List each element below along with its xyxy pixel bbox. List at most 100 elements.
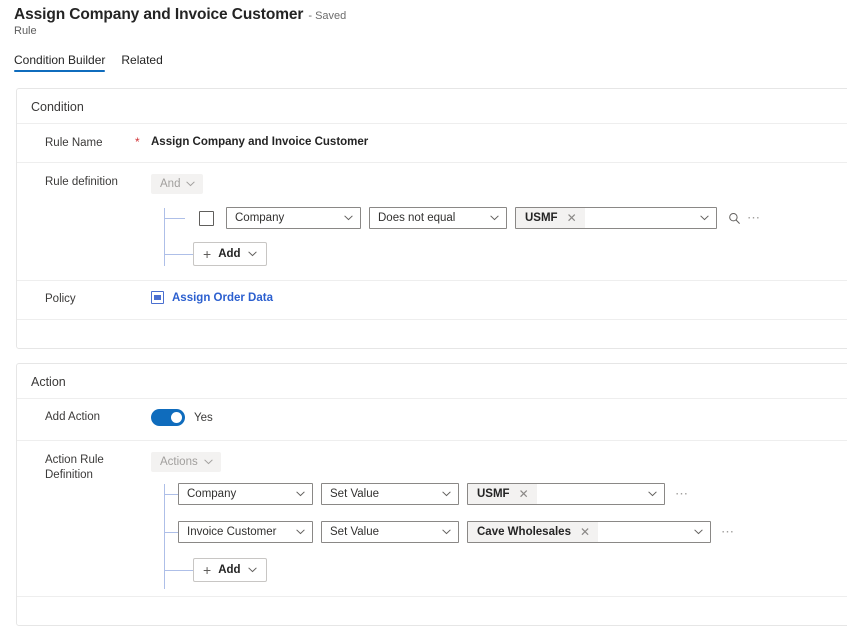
value-token-label: USMF xyxy=(525,212,558,224)
tree-elbow xyxy=(164,254,193,255)
chevron-down-icon xyxy=(442,529,451,535)
value-token-label: USMF xyxy=(477,488,510,500)
condition-field-value: Company xyxy=(235,212,285,224)
add-condition-button[interactable]: + Add xyxy=(193,242,267,266)
add-action-toggle-label: Yes xyxy=(194,411,213,424)
condition-tree: Company Does not equal USMF ✕ ⋯ + Add xyxy=(151,206,847,266)
condition-card-footer xyxy=(17,319,847,348)
plus-icon: + xyxy=(203,246,212,262)
tab-strip: Condition Builder Related xyxy=(0,53,847,72)
add-action-button[interactable]: + Add xyxy=(193,558,267,582)
condition-field-select[interactable]: Company xyxy=(226,207,361,229)
action-rule-definition-label: Action Rule Definition xyxy=(45,454,104,481)
action-card: Action Add Action Yes Action Rule Defini… xyxy=(16,363,847,626)
action-field-value: Invoice Customer xyxy=(187,526,277,538)
required-asterisk: * xyxy=(135,135,140,149)
action-tree: Company Set Value USMF ✕ ⋯ Invoice Custo… xyxy=(151,482,847,589)
add-action-toggle[interactable]: Yes xyxy=(151,409,213,426)
action-group-operator-label: Actions xyxy=(160,456,198,468)
page-subtitle: Rule xyxy=(14,25,37,37)
rule-definition-row: Rule definition And Company Does not equ… xyxy=(17,162,847,280)
policy-link[interactable]: Assign Order Data xyxy=(151,291,273,304)
tree-elbow xyxy=(164,218,185,219)
rule-name-label: Rule Name xyxy=(45,137,103,149)
value-token-label: Cave Wholesales xyxy=(477,526,571,538)
action-field-value: Company xyxy=(187,488,237,500)
add-condition-label: Add xyxy=(218,248,241,260)
value-token: Cave Wholesales ✕ xyxy=(468,522,599,542)
action-field-select[interactable]: Company xyxy=(178,483,313,505)
rule-name-input[interactable]: Assign Company and Invoice Customer xyxy=(151,135,847,150)
rule-definition-builder: And Company Does not equal USMF ✕ ⋯ + Ad… xyxy=(151,174,847,266)
action-row-more-icon[interactable]: ⋯ xyxy=(672,487,692,500)
condition-operator-select[interactable]: Does not equal xyxy=(369,207,507,229)
page-header: Assign Company and Invoice Customer - Sa… xyxy=(0,0,847,37)
add-action-label: Add Action xyxy=(45,411,100,423)
condition-group-operator-label: And xyxy=(160,178,181,190)
action-field-select[interactable]: Invoice Customer xyxy=(178,521,313,543)
action-operator-select[interactable]: Set Value xyxy=(321,483,459,505)
tree-elbow xyxy=(164,532,178,533)
policy-icon xyxy=(151,291,164,304)
tab-related[interactable]: Related xyxy=(121,53,162,72)
chevron-down-icon xyxy=(296,491,305,497)
action-rule-builder: Actions Company Set Value USMF ✕ ⋯ Invoi… xyxy=(151,452,847,589)
action-value-tokenbox[interactable]: Cave Wholesales ✕ xyxy=(467,521,711,543)
condition-row-checkbox[interactable] xyxy=(199,210,214,226)
toggle-track xyxy=(151,409,185,426)
chevron-down-icon xyxy=(247,567,257,573)
search-icon[interactable] xyxy=(724,208,744,228)
condition-value-tokenbox[interactable]: USMF ✕ xyxy=(515,207,717,229)
chevron-down-icon xyxy=(700,215,709,221)
action-card-footer xyxy=(17,596,847,625)
chevron-down-icon xyxy=(296,529,305,535)
plus-icon: + xyxy=(203,562,212,578)
action-operator-select[interactable]: Set Value xyxy=(321,521,459,543)
save-status-text: - Saved xyxy=(308,10,347,22)
row-divider xyxy=(17,162,815,163)
action-card-title: Action xyxy=(31,375,66,389)
condition-operator-value: Does not equal xyxy=(378,212,456,224)
value-token: USMF ✕ xyxy=(468,484,537,504)
rule-name-row: Rule Name * Assign Company and Invoice C… xyxy=(17,123,847,162)
condition-row-more-icon[interactable]: ⋯ xyxy=(744,211,764,224)
remove-token-icon[interactable]: ✕ xyxy=(519,488,529,500)
condition-group-operator-dropdown[interactable]: And xyxy=(151,174,204,194)
page-title: Assign Company and Invoice Customer xyxy=(14,6,304,23)
action-group-operator-dropdown[interactable]: Actions xyxy=(151,452,221,472)
chevron-down-icon xyxy=(247,251,257,257)
tree-elbow xyxy=(164,570,193,571)
value-token: USMF ✕ xyxy=(516,208,585,228)
rule-name-value-wrap: Assign Company and Invoice Customer xyxy=(151,135,847,150)
condition-card: Condition Rule Name * Assign Company and… xyxy=(16,88,847,349)
rule-definition-label: Rule definition xyxy=(45,176,118,188)
condition-card-title: Condition xyxy=(31,100,84,114)
add-action-row: Add Action Yes xyxy=(17,398,847,440)
remove-token-icon[interactable]: ✕ xyxy=(567,212,577,224)
chevron-down-icon xyxy=(648,491,657,497)
tab-condition-builder[interactable]: Condition Builder xyxy=(14,53,106,72)
policy-link-label: Assign Order Data xyxy=(172,291,273,304)
row-divider xyxy=(17,398,815,399)
action-operator-value: Set Value xyxy=(330,526,380,538)
policy-row: Policy Assign Order Data xyxy=(17,280,847,319)
add-action-label: Add xyxy=(218,564,241,576)
action-row: Invoice Customer Set Value Cave Wholesal… xyxy=(151,520,847,544)
condition-row: Company Does not equal USMF ✕ ⋯ xyxy=(151,206,847,230)
chevron-down-icon xyxy=(490,215,499,221)
condition-add-row: + Add xyxy=(151,242,847,266)
policy-label: Policy xyxy=(45,293,76,305)
chevron-down-icon xyxy=(442,491,451,497)
remove-token-icon[interactable]: ✕ xyxy=(580,526,590,538)
chevron-down-icon xyxy=(186,181,196,187)
title-line: Assign Company and Invoice Customer - Sa… xyxy=(14,6,847,24)
tree-elbow xyxy=(164,494,178,495)
action-operator-value: Set Value xyxy=(330,488,380,500)
action-value-tokenbox[interactable]: USMF ✕ xyxy=(467,483,665,505)
action-row-more-icon[interactable]: ⋯ xyxy=(718,525,738,538)
row-divider xyxy=(17,280,815,281)
toggle-knob xyxy=(171,412,182,423)
action-add-row: + Add xyxy=(151,558,847,582)
chevron-down-icon xyxy=(694,529,703,535)
chevron-down-icon xyxy=(203,459,213,465)
